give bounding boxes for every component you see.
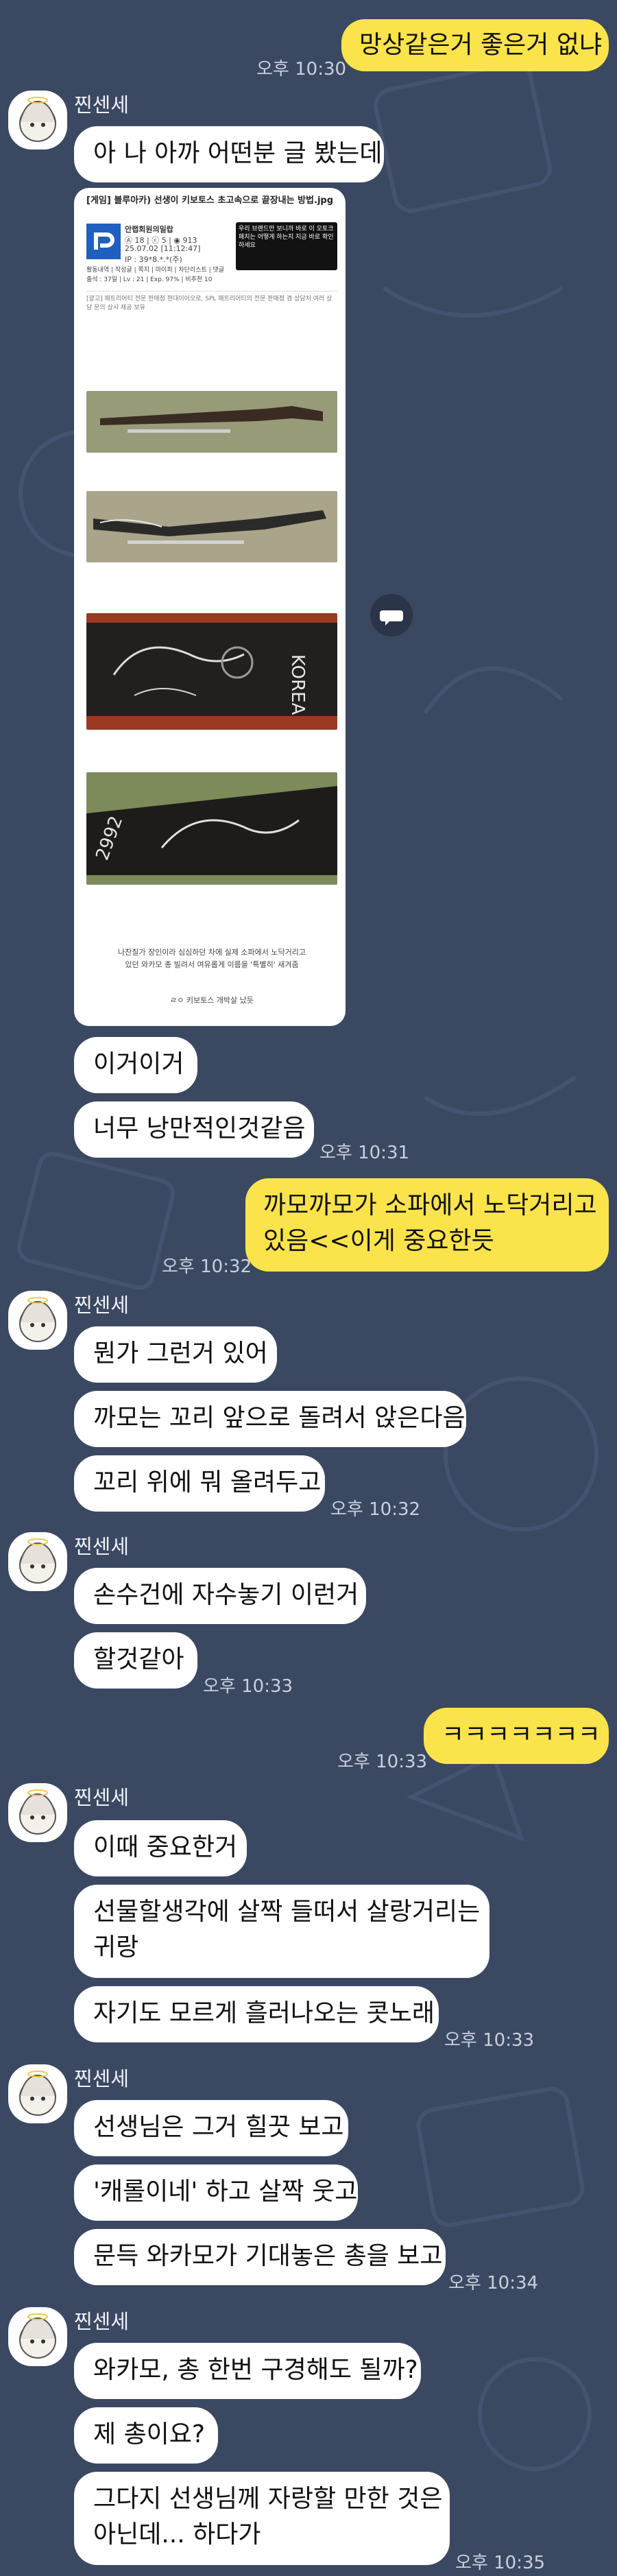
message-bubble-incoming[interactable]: 선물할생각에 살짝 들떠서 살랑거리는 귀랑 <box>74 1885 489 1978</box>
message-bubble-incoming[interactable]: 와카모, 총 한번 구경해도 될까? <box>74 2343 421 2399</box>
avatar-chibi-icon <box>19 2313 56 2359</box>
caption-line-1: 나찬칠가 장인이라 심심하던 차에 실제 소파에서 노닥거리고 <box>118 948 306 957</box>
avatar-chibi-icon <box>19 1297 56 1342</box>
message-bubble-outgoing[interactable]: 망상같은거 좋은거 없냐 <box>341 19 609 71</box>
contact-avatar[interactable] <box>8 1783 67 1842</box>
message-bubble-incoming[interactable]: 이거이거 <box>74 1037 197 1093</box>
post-stats-1: 활동내역 | 작성글 | 쪽지 | 마이피 | 차단리스트 | 댓글 <box>86 267 225 274</box>
side-ad-banner[interactable]: 우리 브랜드만 보니까 바로 이 오토크 패치는 어떻게 하는지 지금 바로 확… <box>236 222 337 270</box>
caption-footer: ㄹㅇ 키보토스 개박살 났듯 <box>170 996 254 1005</box>
message-time: 오후 10:34 <box>448 2273 539 2293</box>
message-bubble-incoming[interactable]: 선생님은 그거 힐끗 보고 <box>74 2100 348 2156</box>
message-bubble-incoming[interactable]: 뭔가 그런거 있어 <box>74 1326 277 1383</box>
contact-avatar[interactable] <box>8 1291 67 1350</box>
avatar-chibi-icon <box>19 97 56 142</box>
post-ip: IP : 39*8.*.*(주) <box>125 255 182 264</box>
sender-name: 찐센세 <box>74 1535 130 1558</box>
message-time: 오후 10:33 <box>444 2030 535 2051</box>
sender-name: 찐센세 <box>74 1293 130 1317</box>
message-time: 오후 10:33 <box>203 1676 293 1697</box>
rifle-photo-2 <box>86 491 337 562</box>
post-author: 안랩회원의밀랍 <box>125 225 173 234</box>
post-date: 25.07.02 [11:12:47] <box>125 244 201 253</box>
message-time: 오후 10:33 <box>337 1752 428 1772</box>
korea-engraving: KOREA <box>287 654 308 715</box>
chat-share-icon <box>380 610 403 625</box>
message-time: 오후 10:30 <box>256 59 347 80</box>
message-bubble-incoming[interactable]: 아 나 아까 어떤분 글 봤는데 <box>74 126 384 182</box>
message-bubble-incoming[interactable]: 자기도 모르게 흘러나오는 콧노래 <box>74 1986 439 2042</box>
message-bubble-incoming[interactable]: 꼬리 위에 뭐 올려두고 <box>74 1455 325 1512</box>
sender-name: 찐센세 <box>74 2310 130 2333</box>
post-title: [게임] 블루아카) 선생이 키보토스 초고속으로 끝장내는 방법.jpg <box>86 195 334 206</box>
message-bubble-incoming[interactable]: 이때 중요한거 <box>74 1820 247 1876</box>
message-time: 오후 10:35 <box>455 2553 546 2573</box>
sender-name: 찐센세 <box>74 1786 130 1809</box>
message-bubble-incoming[interactable]: 너무 낭만적인것같음 <box>74 1101 314 1158</box>
message-time: 오후 10:31 <box>319 1143 410 1163</box>
sender-name: 찐센세 <box>74 93 130 117</box>
caption-line-2: 있던 와카모 총 빌려서 여유롭게 이름을 '특별히' 새겨줌 <box>125 960 299 969</box>
ad-text: [광고] 패트리어티 전문 판매점 현대이어오로, SPL 패트리어티의 전문 … <box>86 296 332 311</box>
avatar-chibi-icon <box>19 1538 56 1584</box>
message-time: 오후 10:32 <box>330 1499 421 1520</box>
contact-avatar[interactable] <box>8 2064 67 2123</box>
share-button[interactable] <box>370 594 413 636</box>
rifle-stock-closeup-photo: KOREA <box>86 613 337 730</box>
contact-avatar[interactable] <box>8 1532 67 1591</box>
rifle-stock-number-photo: 2992 <box>86 772 337 885</box>
sender-name: 찐센세 <box>74 2067 130 2090</box>
message-bubble-incoming[interactable]: 할것같아 <box>74 1632 197 1689</box>
shared-image-message[interactable]: [게임] 블루아카) 선생이 키보토스 초고속으로 끝장내는 방법.jpg 안랩… <box>74 188 346 1026</box>
avatar-chibi-icon <box>19 1789 56 1835</box>
message-bubble-incoming[interactable]: 손수건에 자수놓기 이런거 <box>74 1568 366 1624</box>
message-bubble-outgoing[interactable]: ㅋㅋㅋㅋㅋㅋㅋ <box>424 1708 609 1764</box>
post-stats-2: 출석 : 37일 | Lv : 21 | Exp. 97% | 비추천 10 <box>86 276 213 283</box>
contact-avatar[interactable] <box>8 2307 67 2366</box>
message-bubble-incoming[interactable]: 그다지 선생님께 자랑할 만한 것은 아닌데... 하다가 <box>74 2472 450 2565</box>
rifle-photo-1 <box>86 391 337 453</box>
message-bubble-incoming[interactable]: '캐롤이네' 하고 살짝 웃고 <box>74 2164 358 2221</box>
contact-avatar[interactable] <box>8 91 67 150</box>
message-bubble-incoming[interactable]: 제 총이요? <box>74 2407 218 2464</box>
avatar-chibi-icon <box>19 2071 56 2116</box>
site-logo-icon <box>86 224 121 259</box>
message-bubble-incoming[interactable]: 문득 와카모가 기대놓은 총을 보고 <box>74 2229 446 2285</box>
message-bubble-incoming[interactable]: 까모는 꼬리 앞으로 돌려서 앉은다음 <box>74 1391 466 1447</box>
message-time: 오후 10:32 <box>162 1256 252 1277</box>
message-bubble-outgoing[interactable]: 까모까모가 소파에서 노닥거리고 있음<<이게 중요한듯 <box>245 1178 609 1272</box>
